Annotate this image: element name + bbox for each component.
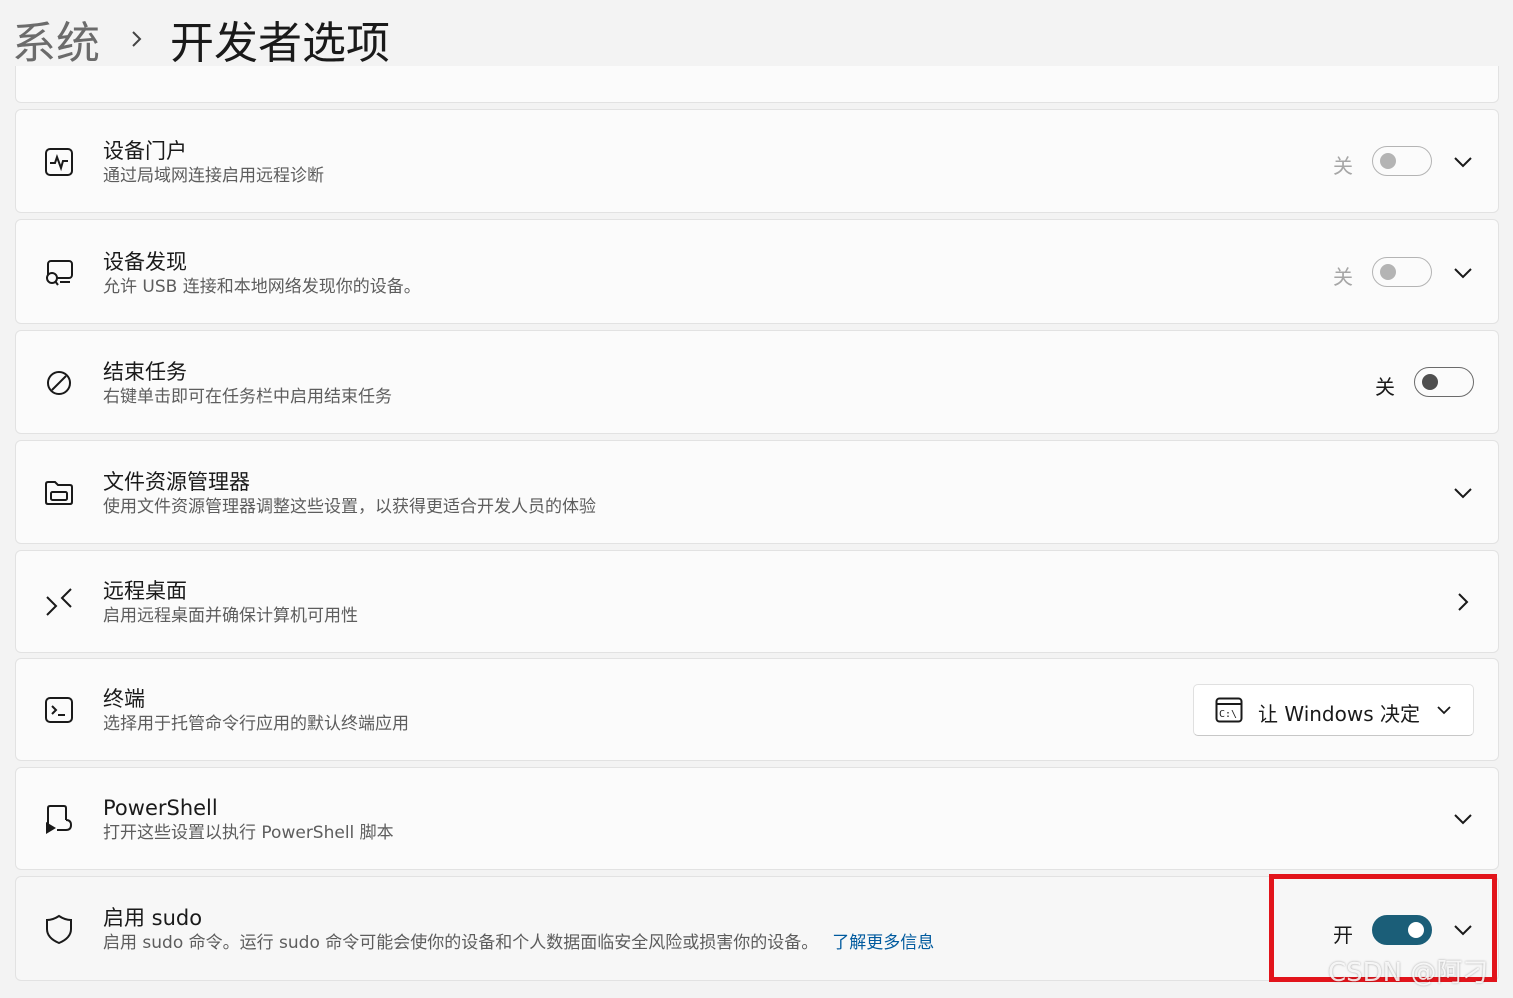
setting-file-explorer[interactable]: 文件资源管理器 使用文件资源管理器调整这些设置，以获得更适合开发人员的体验	[15, 440, 1499, 544]
setting-title: 设备发现	[103, 250, 187, 274]
setting-title: 结束任务	[103, 360, 187, 384]
block-icon	[47, 371, 71, 395]
setting-subtitle: 选择用于托管命令行应用的默认终端应用	[103, 714, 409, 734]
shield-icon	[46, 914, 72, 944]
breadcrumb-parent[interactable]: 系统	[12, 7, 100, 71]
toggle-state-label: 开	[1333, 923, 1353, 947]
setting-title: 终端	[103, 687, 145, 711]
terminal-icon	[45, 697, 73, 723]
sudo-toggle[interactable]	[1372, 915, 1432, 945]
setting-title: 远程桌面	[103, 579, 187, 603]
setting-end-task[interactable]: 结束任务 右键单击即可在任务栏中启用结束任务 关	[15, 330, 1499, 434]
setting-subtitle: 右键单击即可在任务栏中启用结束任务	[103, 387, 392, 407]
setting-subtitle: 打开这些设置以执行 PowerShell 脚本	[103, 823, 394, 843]
watermark: CSDN @阿刁	[1328, 958, 1489, 988]
learn-more-link[interactable]: 了解更多信息	[832, 933, 934, 953]
default-terminal-select[interactable]: C:\ 让 Windows 决定	[1193, 684, 1474, 736]
setting-subtitle: 启用 sudo 命令。运行 sudo 命令可能会使你的设备和个人数据面临安全风险…	[103, 931, 934, 955]
setting-sudo[interactable]: 启用 sudo 启用 sudo 命令。运行 sudo 命令可能会使你的设备和个人…	[15, 876, 1499, 981]
remote-desktop-icon	[46, 588, 72, 616]
chevron-down-icon	[1437, 706, 1451, 715]
chevron-right-icon[interactable]	[1452, 591, 1474, 613]
chevron-right-icon	[132, 31, 142, 47]
chevron-down-icon[interactable]	[1452, 262, 1474, 284]
end-task-toggle[interactable]	[1414, 367, 1474, 397]
setting-title: 设备门户	[103, 139, 187, 163]
setting-subtitle: 启用远程桌面并确保计算机可用性	[103, 606, 358, 626]
pulse-icon	[45, 148, 73, 176]
setting-subtitle-text: 启用 sudo 命令。运行 sudo 命令可能会使你的设备和个人数据面临安全风险…	[103, 933, 819, 953]
device-portal-toggle[interactable]	[1372, 146, 1432, 176]
setting-title: 文件资源管理器	[103, 470, 250, 494]
setting-terminal: 终端 选择用于托管命令行应用的默认终端应用 C:\ 让 Windows 决定	[15, 658, 1499, 761]
setting-subtitle: 通过局域网连接启用远程诊断	[103, 166, 324, 186]
toggle-state-label: 关	[1375, 375, 1395, 399]
device-discovery-icon	[46, 260, 73, 286]
page-title: 开发者选项	[170, 18, 390, 69]
powershell-icon	[46, 805, 73, 834]
default-terminal-value: 让 Windows 决定	[1258, 702, 1420, 726]
setting-subtitle: 使用文件资源管理器调整这些设置，以获得更适合开发人员的体验	[103, 497, 596, 517]
chevron-down-icon[interactable]	[1452, 919, 1474, 941]
cmd-icon: C:\	[1215, 697, 1243, 723]
toggle-state-label: 关	[1333, 265, 1353, 289]
toggle-state-label: 关	[1333, 154, 1353, 178]
setting-device-portal[interactable]: 设备门户 通过局域网连接启用远程诊断 关	[15, 109, 1499, 213]
setting-device-discovery[interactable]: 设备发现 允许 USB 连接和本地网络发现你的设备。 关	[15, 219, 1499, 324]
setting-remote-desktop[interactable]: 远程桌面 启用远程桌面并确保计算机可用性	[15, 550, 1499, 653]
chevron-down-icon[interactable]	[1452, 482, 1474, 504]
chevron-down-icon[interactable]	[1452, 151, 1474, 173]
previous-setting-card	[15, 66, 1499, 103]
setting-subtitle: 允许 USB 连接和本地网络发现你的设备。	[103, 277, 421, 297]
chevron-down-icon[interactable]	[1452, 808, 1474, 830]
folder-icon	[45, 481, 73, 505]
svg-text:C:\: C:\	[1219, 709, 1237, 720]
setting-title: 启用 sudo	[103, 906, 203, 930]
setting-powershell[interactable]: PowerShell 打开这些设置以执行 PowerShell 脚本	[15, 767, 1499, 870]
device-discovery-toggle[interactable]	[1372, 257, 1432, 287]
setting-title: PowerShell	[103, 796, 218, 820]
